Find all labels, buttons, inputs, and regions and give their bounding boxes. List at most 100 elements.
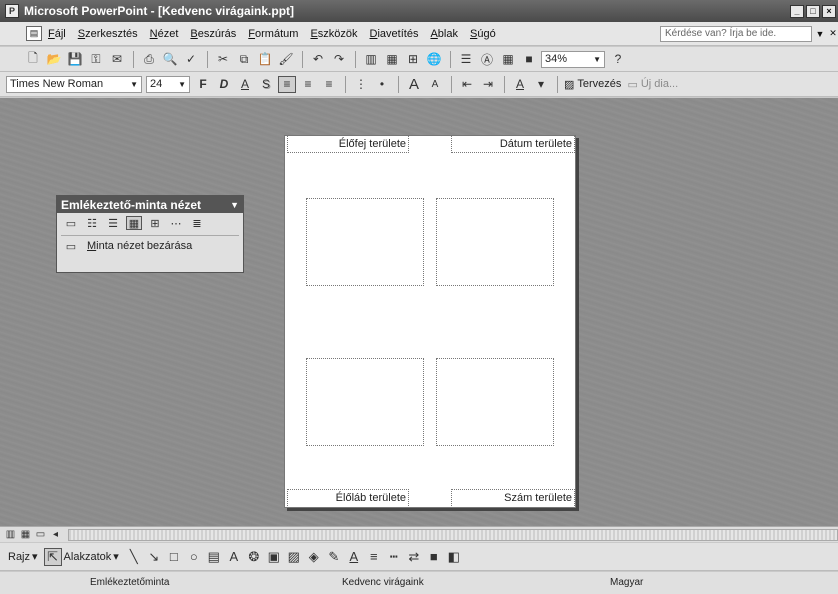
one-slide-layout-icon[interactable]: ▭ [63,216,79,230]
three-slides-layout-icon[interactable]: ☰ [105,216,121,230]
show-formatting-icon[interactable]: Ⓐ [478,51,496,68]
menu-edit[interactable]: Szerkesztés [78,28,138,40]
fill-color-icon[interactable]: ◈ [305,548,323,566]
restore-button[interactable]: □ [806,4,820,18]
font-name-select[interactable]: Times New Roman ▼ [6,75,142,93]
normal-view-icon[interactable]: ▥ [4,529,17,541]
document-icon[interactable]: ▤ [26,26,42,41]
line-color-icon[interactable]: ✎ [325,548,343,566]
decrease-indent-icon[interactable]: ⇤ [458,76,476,93]
powerpoint-app-icon[interactable]: P [5,4,19,18]
menu-view[interactable]: Nézet [150,28,179,40]
menu-file[interactable]: Fájl [48,28,66,40]
clip-art-icon[interactable]: ▣ [265,548,283,566]
toolbar-options-icon[interactable]: ▼ [230,200,239,210]
line-icon[interactable]: ╲ [125,548,143,566]
help-question-input[interactable]: Kérdése van? Írja be ide. [660,25,812,42]
dash-style-icon[interactable]: ┅ [385,548,403,566]
handout-master-toolbar[interactable]: Emlékeztető-minta nézet ▼ ▭ ☷ ☰ ▦ ⊞ ⋯ ≣ … [56,195,244,273]
print-icon[interactable]: ⎙ [140,51,158,68]
scroll-left-icon[interactable]: ◂ [49,529,62,541]
bullets-icon[interactable]: • [373,76,391,93]
insert-picture-icon[interactable]: ▨ [285,548,303,566]
permission-icon[interactable]: ⚿ [87,51,105,68]
copy-icon[interactable]: ⧉ [235,51,253,68]
menu-help[interactable]: Súgó [470,28,496,40]
autoshapes-menu-button[interactable]: Alakzatok ▾ [64,550,119,564]
close-button[interactable]: × [822,4,836,18]
new-icon[interactable]: 🗋 [24,51,42,68]
email-icon[interactable]: ✉ [108,51,126,68]
close-master-view-button[interactable]: ▭ Minta nézet bezárása [61,235,239,256]
handout-slide-placeholder-2[interactable] [436,198,554,286]
help-dropdown-arrow-icon[interactable]: ▼ [815,29,825,39]
bold-button[interactable]: F [194,76,212,93]
diagram-icon[interactable]: ❂ [245,548,263,566]
cut-icon[interactable]: ✂ [214,51,232,68]
wordart-icon[interactable]: A [225,548,243,566]
tables-borders-icon[interactable]: ⊞ [404,51,422,68]
slideshow-view-icon[interactable]: ▭ [34,529,47,541]
spelling-icon[interactable]: ✓ [182,51,200,68]
handout-slide-placeholder-1[interactable] [306,198,424,286]
handout-master-page[interactable]: Élőfej területe Dátum területe Élőláb te… [284,135,576,508]
italic-button[interactable]: D [215,76,233,93]
save-icon[interactable]: 💾 [66,51,84,68]
six-slides-layout-icon[interactable]: ⊞ [147,216,163,230]
align-left-icon[interactable]: ≡ [278,75,296,93]
text-box-icon[interactable]: ▤ [205,548,223,566]
insert-table-icon[interactable]: ▦ [383,51,401,68]
font-size-select[interactable]: 24 ▼ [146,75,190,93]
numbering-icon[interactable]: ⋮ [352,76,370,93]
line-style-icon[interactable]: ≡ [365,548,383,566]
shadow-button[interactable]: S [257,76,275,93]
design-button[interactable]: ▨ Tervezés [564,78,621,91]
font-color-dropdown-icon[interactable]: ▾ [532,76,550,93]
menu-tools[interactable]: Eszközök [310,28,357,40]
show-grid-icon[interactable]: ▦ [499,51,517,68]
shadow-style-icon[interactable]: ■ [425,548,443,566]
font-color-icon[interactable]: A [511,76,529,93]
handout-master-toolbar-title[interactable]: Emlékeztető-minta nézet ▼ [57,196,243,213]
nine-slides-layout-icon[interactable]: ⋯ [168,216,184,230]
handout-slide-placeholder-3[interactable] [306,358,424,446]
four-slides-layout-icon[interactable]: ▦ [126,216,142,230]
menu-insert[interactable]: Beszúrás [190,28,236,40]
underline-button[interactable]: A [236,76,254,93]
rectangle-icon[interactable]: □ [165,548,183,566]
format-painter-icon[interactable]: 🖌 [277,51,295,68]
arrow-style-icon[interactable]: ⇄ [405,548,423,566]
align-right-icon[interactable]: ≡ [320,76,338,93]
select-objects-icon[interactable]: ⇱ [43,547,62,566]
align-center-icon[interactable]: ≡ [299,76,317,93]
menu-slideshow[interactable]: Diavetítés [370,28,419,40]
oval-icon[interactable]: ○ [185,548,203,566]
draw-menu-button[interactable]: Rajz ▾ [8,550,38,564]
header-placeholder[interactable]: Élőfej területe [287,136,409,153]
document-close-icon[interactable]: ✕ [828,28,838,39]
zoom-select[interactable]: 34% ▼ [541,50,605,68]
date-placeholder[interactable]: Dátum területe [451,136,575,153]
print-preview-icon[interactable]: 🔍 [161,51,179,68]
number-placeholder[interactable]: Szám területe [451,489,575,506]
open-icon[interactable]: 📂 [45,51,63,68]
insert-hyperlink-icon[interactable]: 🌐 [425,51,443,68]
help-icon[interactable]: ? [609,51,627,68]
increase-font-size-icon[interactable]: A [405,76,423,93]
paste-icon[interactable]: 📋 [256,51,274,68]
decrease-font-size-icon[interactable]: A [426,76,444,93]
undo-icon[interactable]: ↶ [309,51,327,68]
increase-indent-icon[interactable]: ⇥ [479,76,497,93]
new-slide-button[interactable]: ▭ Új dia... [627,78,678,91]
redo-icon[interactable]: ↷ [330,51,348,68]
handout-slide-placeholder-4[interactable] [436,358,554,446]
minimize-button[interactable]: _ [790,4,804,18]
arrow-icon[interactable]: ↘ [145,548,163,566]
expand-all-icon[interactable]: ☰ [457,51,475,68]
3d-style-icon[interactable]: ◧ [445,548,463,566]
footer-placeholder[interactable]: Élőláb területe [287,489,409,506]
outline-layout-icon[interactable]: ≣ [189,216,205,230]
color-grayscale-icon[interactable]: ■ [520,51,538,68]
menu-window[interactable]: Ablak [430,28,458,40]
horizontal-scrollbar[interactable] [68,528,838,541]
